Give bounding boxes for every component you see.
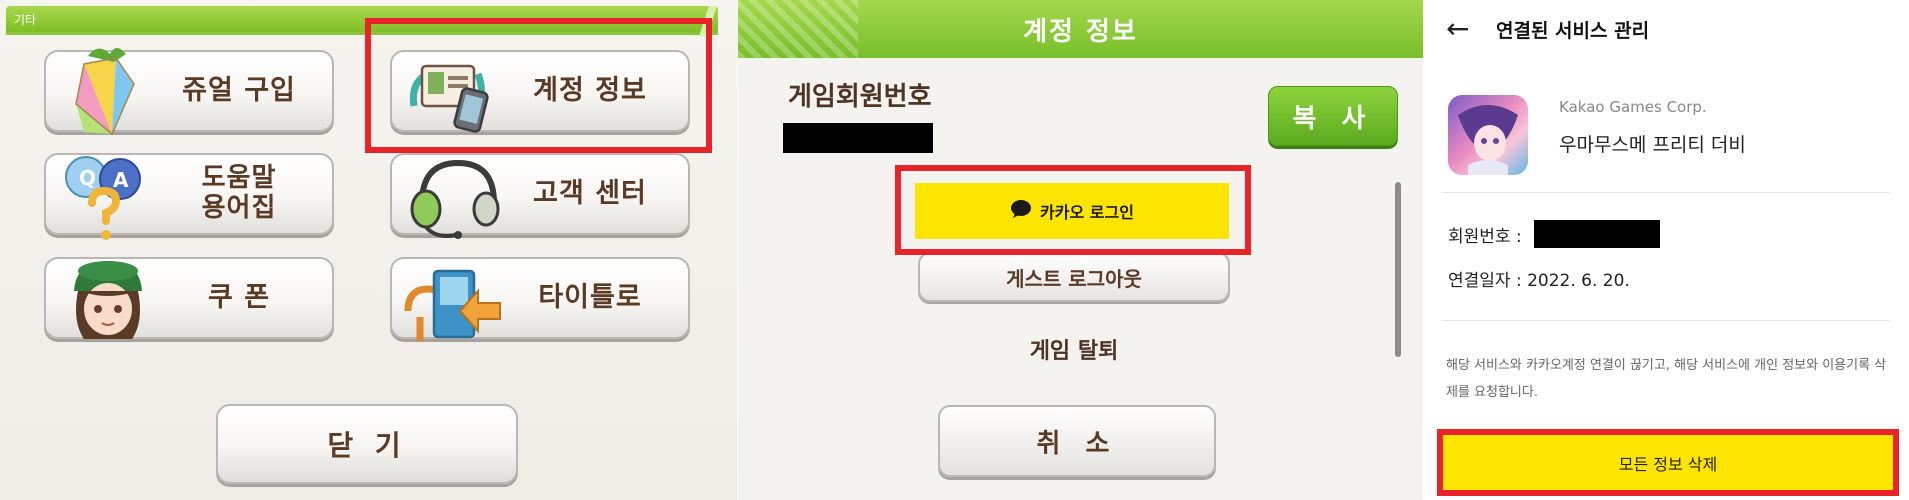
svg-text:A: A — [113, 168, 129, 192]
to-title-label: 타이틀로 — [538, 282, 642, 314]
qa-bubble-icon: Q A — [54, 147, 158, 243]
linked-service-title: 연결된 서비스 관리 — [1496, 20, 1650, 42]
delete-all-highlight — [1437, 429, 1899, 496]
account-info-highlight — [365, 18, 712, 153]
account-info-panel: 계정 정보 게임회원번호 복 사 카카오 로그인 게스트 로그아웃 게임 탈퇴 … — [738, 0, 1423, 500]
redacted-member-number — [783, 123, 933, 153]
game-menu-panel: 기타 쥬얼 구입 계정 정보 Q A 도움말 용어집 고객 센터 쿠 폰 타이틀… — [0, 0, 737, 500]
unlink-notice: 해당 서비스와 카카오계정 연결이 끊기고, 해당 서비스에 개인 정보와 이용… — [1446, 358, 1887, 400]
member-number-row: 회원번호 : — [1448, 222, 1522, 247]
help-glossary-button[interactable]: Q A 도움말 용어집 — [44, 153, 334, 240]
back-arrow-icon[interactable]: ← — [1446, 12, 1469, 45]
close-button[interactable]: 닫 기 — [216, 404, 518, 484]
glossary-label: 용어집 — [201, 193, 277, 223]
guest-logout-label: 게스트 로그아웃 — [1006, 266, 1142, 291]
connected-date: 연결일자 : 2022. 6. 20. — [1448, 271, 1630, 291]
member-number-label: 회원번호 : — [1448, 227, 1522, 247]
guest-logout-button[interactable]: 게스트 로그아웃 — [918, 252, 1230, 302]
coupon-button[interactable]: 쿠 폰 — [44, 257, 334, 339]
to-title-button[interactable]: 타이틀로 — [390, 257, 690, 341]
account-info-title: 계정 정보 — [1023, 16, 1138, 47]
app-icon — [1448, 95, 1528, 175]
cancel-label: 취 소 — [1036, 428, 1118, 459]
customer-center-label: 고객 센터 — [533, 178, 647, 210]
linked-service-panel: ← 연결된 서비스 관리 Kakao Games Corp. 우마무스메 프리티… — [1424, 0, 1909, 500]
help-label: 도움말 — [201, 163, 277, 194]
copy-label: 복 사 — [1292, 103, 1374, 134]
redacted-member-number — [1534, 220, 1660, 248]
section-label: 기타 — [14, 13, 37, 27]
company-name: Kakao Games Corp. — [1559, 98, 1707, 116]
copy-button[interactable]: 복 사 — [1268, 86, 1398, 146]
app-name: 우마무스메 프리티 더비 — [1559, 134, 1746, 156]
character-avatar-icon — [54, 251, 158, 347]
member-number-label: 게임회원번호 — [788, 82, 932, 112]
game-withdraw-link[interactable]: 게임 탈퇴 — [918, 333, 1230, 365]
help-glossary-label: 도움말 용어집 — [156, 155, 322, 233]
account-info-header: 계정 정보 — [738, 0, 1423, 58]
coupon-label: 쿠 폰 — [207, 282, 271, 314]
customer-center-button[interactable]: 고객 센터 — [390, 153, 690, 239]
kakao-login-highlight — [895, 165, 1251, 255]
jewel-carrot-icon — [54, 44, 158, 140]
cancel-button[interactable]: 취 소 — [938, 405, 1216, 477]
scrollbar[interactable] — [1395, 182, 1401, 357]
jewel-purchase-button[interactable]: 쥬얼 구입 — [44, 48, 334, 136]
door-exit-arrow-icon — [400, 251, 504, 347]
jewel-purchase-label: 쥬얼 구입 — [182, 75, 296, 107]
svg-text:Q: Q — [79, 166, 96, 190]
divider — [1442, 320, 1890, 321]
headset-icon — [400, 147, 504, 243]
divider — [1442, 192, 1890, 193]
close-label: 닫 기 — [327, 429, 407, 462]
